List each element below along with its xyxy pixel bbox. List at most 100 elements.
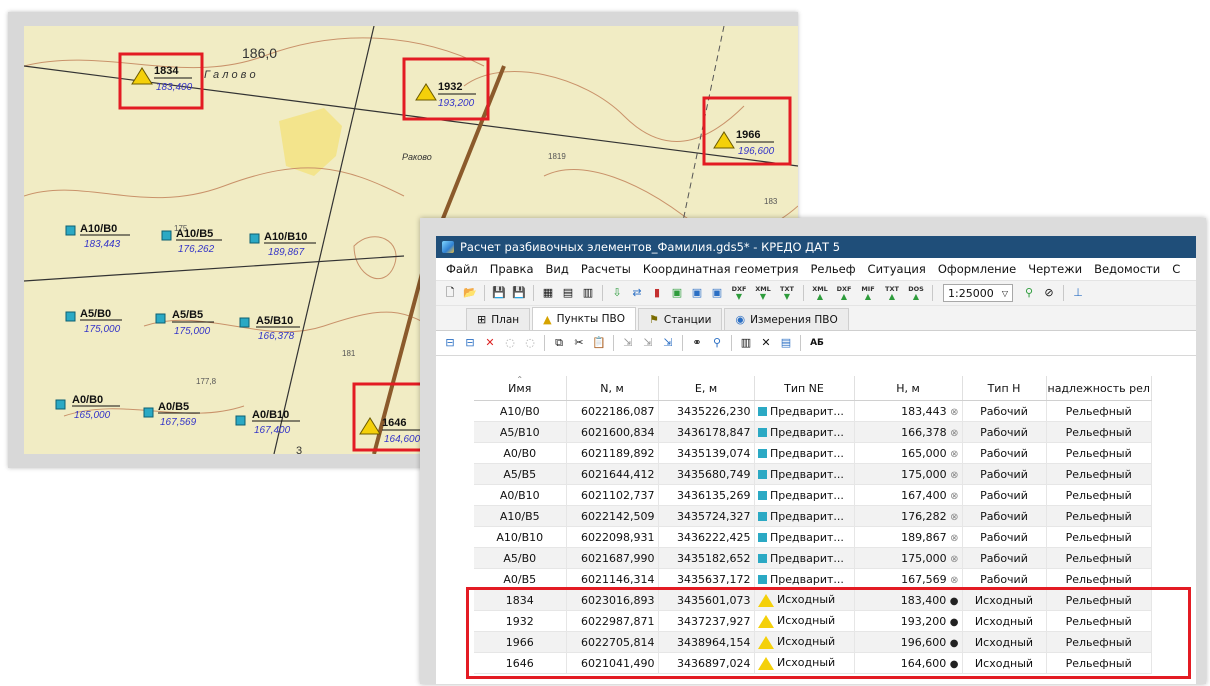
- tab-pvo-points[interactable]: ▲ Пункты ПВО: [532, 307, 637, 330]
- table-row[interactable]: A0/B0 6021189,892 3435139,074 Предварит...…: [474, 442, 1152, 464]
- cell-type-ne[interactable]: Предварит...: [754, 526, 855, 548]
- cell-type-h[interactable]: Рабочий: [962, 463, 1047, 485]
- cell-h[interactable]: 167,400 ⊗: [854, 484, 963, 506]
- cell-h[interactable]: 175,000 ⊗: [854, 463, 963, 485]
- cell-name[interactable]: A10/B5: [474, 505, 567, 527]
- table-row[interactable]: A5/B5 6021644,412 3435680,749 Предварит...…: [474, 463, 1152, 485]
- cell-e[interactable]: 3436222,425: [658, 526, 755, 548]
- cell-type-ne[interactable]: Предварит...: [754, 568, 855, 590]
- cell-type-h[interactable]: Рабочий: [962, 421, 1047, 443]
- new-file-icon[interactable]: 🗋: [442, 285, 458, 301]
- cell-name[interactable]: A0/B0: [474, 442, 567, 464]
- table-row[interactable]: A0/B10 6021102,737 3436135,269 Предварит..…: [474, 484, 1152, 506]
- cell-n[interactable]: 6021041,490: [566, 652, 659, 674]
- save-all-icon[interactable]: 💾: [511, 285, 527, 301]
- cell-n[interactable]: 6022987,871: [566, 610, 659, 632]
- import-xml-button[interactable]: XML ▼: [753, 286, 773, 301]
- report-icon[interactable]: ▣: [669, 285, 685, 301]
- cell-relief[interactable]: Рельефный: [1046, 400, 1152, 422]
- menu-view[interactable]: Вид: [540, 262, 575, 276]
- copy-icon[interactable]: ⧉: [551, 335, 567, 351]
- cell-relief[interactable]: Рельефный: [1046, 547, 1152, 569]
- tab-plan[interactable]: ⊞ План: [466, 308, 531, 330]
- cell-e[interactable]: 3436178,847: [658, 421, 755, 443]
- cell-type-h[interactable]: Рабочий: [962, 400, 1047, 422]
- cell-e[interactable]: 3436135,269: [658, 484, 755, 506]
- menu-drawings[interactable]: Чертежи: [1022, 262, 1088, 276]
- export-dos-button[interactable]: DOS ▲: [906, 286, 926, 301]
- chart-icon[interactable]: ▮: [649, 285, 665, 301]
- column-header-relief[interactable]: надлежность рел: [1046, 376, 1152, 401]
- column-header-type-ne[interactable]: Тип NE: [754, 376, 855, 401]
- menu-calculations[interactable]: Расчеты: [575, 262, 637, 276]
- cell-h[interactable]: 176,282 ⊗: [854, 505, 963, 527]
- cell-type-ne[interactable]: Исходный: [754, 631, 855, 653]
- cell-type-ne[interactable]: Исходный: [754, 652, 855, 674]
- export-alt-icon[interactable]: ▣: [709, 285, 725, 301]
- cell-name[interactable]: A5/B5: [474, 463, 567, 485]
- cell-relief[interactable]: Рельефный: [1046, 610, 1152, 632]
- table-row[interactable]: 1932 6022987,871 3437237,927 Исходный 193,2…: [474, 610, 1152, 632]
- cell-type-ne[interactable]: Исходный: [754, 589, 855, 611]
- menu-file[interactable]: Файл: [440, 262, 484, 276]
- table-row[interactable]: A0/B5 6021146,314 3435637,172 Предварит...…: [474, 568, 1152, 590]
- cell-e[interactable]: 3438964,154: [658, 631, 755, 653]
- cell-n[interactable]: 6021189,892: [566, 442, 659, 464]
- cell-relief[interactable]: Рельефный: [1046, 442, 1152, 464]
- cell-name[interactable]: 1834: [474, 589, 567, 611]
- grid-view-icon[interactable]: ▦: [540, 285, 556, 301]
- cell-name[interactable]: A5/B10: [474, 421, 567, 443]
- cell-relief[interactable]: Рельефный: [1046, 505, 1152, 527]
- form-icon[interactable]: ▤: [778, 335, 794, 351]
- cell-n[interactable]: 6022142,509: [566, 505, 659, 527]
- menu-reports[interactable]: Ведомости: [1088, 262, 1166, 276]
- cell-type-h[interactable]: Рабочий: [962, 526, 1047, 548]
- menu-overflow[interactable]: С: [1166, 262, 1186, 276]
- menu-edit[interactable]: Правка: [484, 262, 540, 276]
- cell-type-h[interactable]: Рабочий: [962, 484, 1047, 506]
- move-icon[interactable]: ⇲: [620, 335, 636, 351]
- title-bar[interactable]: Расчет разбивочных элементов_Фамилия.gds…: [436, 236, 1196, 258]
- cell-e[interactable]: 3435724,327: [658, 505, 755, 527]
- cell-h[interactable]: 164,600 ●: [854, 652, 963, 674]
- cell-type-ne[interactable]: Предварит...: [754, 442, 855, 464]
- cell-relief[interactable]: Рельефный: [1046, 463, 1152, 485]
- column-header-n[interactable]: N, м: [566, 376, 659, 401]
- cell-type-h[interactable]: Рабочий: [962, 442, 1047, 464]
- cell-relief[interactable]: Рельефный: [1046, 568, 1152, 590]
- cell-type-ne[interactable]: Предварит...: [754, 421, 855, 443]
- cell-type-h[interactable]: Исходный: [962, 589, 1047, 611]
- layers-icon[interactable]: ▤: [560, 285, 576, 301]
- cell-name[interactable]: A0/B10: [474, 484, 567, 506]
- compass-icon[interactable]: ⊘: [1041, 285, 1057, 301]
- cell-type-ne[interactable]: Предварит...: [754, 505, 855, 527]
- add-row-icon[interactable]: ⊟: [442, 335, 458, 351]
- save-icon[interactable]: 💾: [491, 285, 507, 301]
- cell-n[interactable]: 6021102,737: [566, 484, 659, 506]
- transfer-icon[interactable]: ⇄: [629, 285, 645, 301]
- cell-type-ne[interactable]: Предварит...: [754, 400, 855, 422]
- cell-h[interactable]: 167,569 ⊗: [854, 568, 963, 590]
- cell-h[interactable]: 183,400 ●: [854, 589, 963, 611]
- table-row[interactable]: A5/B0 6021687,990 3435182,652 Предварит...…: [474, 547, 1152, 569]
- cell-type-ne[interactable]: Предварит...: [754, 484, 855, 506]
- column-header-h[interactable]: H, м: [854, 376, 963, 401]
- paste-icon[interactable]: 📋: [591, 335, 607, 351]
- route-icon[interactable]: ⚲: [1021, 285, 1037, 301]
- bulb-icon[interactable]: ◌: [502, 335, 518, 351]
- export-txt-button[interactable]: TXT ▲: [882, 286, 902, 301]
- delete-icon[interactable]: ✕: [482, 335, 498, 351]
- cell-h[interactable]: 175,000 ⊗: [854, 547, 963, 569]
- cell-relief[interactable]: Рельефный: [1046, 589, 1152, 611]
- cell-e[interactable]: 3435182,652: [658, 547, 755, 569]
- tools-icon[interactable]: ✕: [758, 335, 774, 351]
- cell-n[interactable]: 6022098,931: [566, 526, 659, 548]
- move-alt-icon[interactable]: ⇲: [640, 335, 656, 351]
- tab-stations[interactable]: ⚑ Станции: [638, 308, 723, 330]
- cell-type-h[interactable]: Исходный: [962, 610, 1047, 632]
- table-row[interactable]: A5/B10 6021600,834 3436178,847 Предварит..…: [474, 421, 1152, 443]
- cell-e[interactable]: 3435226,230: [658, 400, 755, 422]
- cell-n[interactable]: 6023016,893: [566, 589, 659, 611]
- cell-type-ne[interactable]: Предварит...: [754, 463, 855, 485]
- scale-select[interactable]: 1:25000 ▽: [943, 284, 1013, 302]
